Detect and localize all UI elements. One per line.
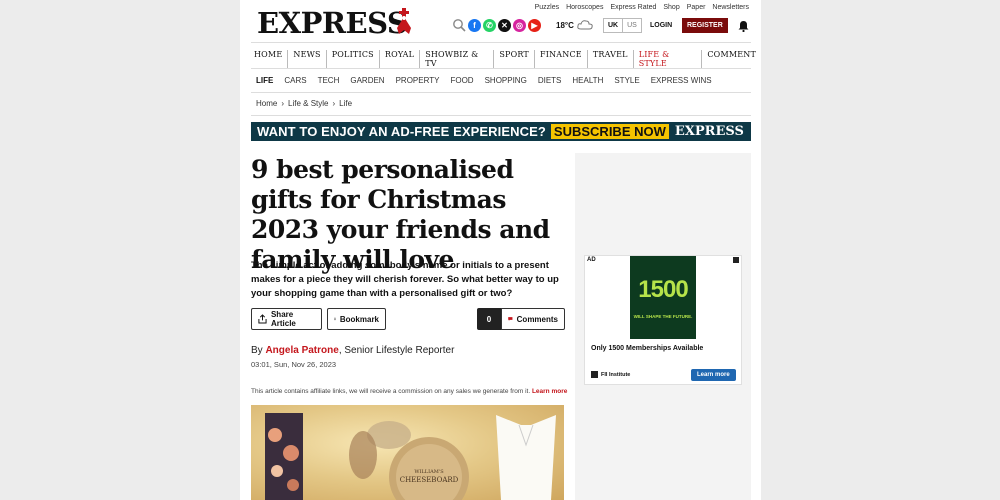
subnav-cars[interactable]: CARS — [284, 76, 306, 85]
search-icon[interactable] — [452, 18, 466, 32]
region-us[interactable]: US — [623, 19, 641, 32]
banner-text: WANT TO ENJOY AN AD-FREE EXPERIENCE? — [257, 124, 546, 139]
ad-headline: Only 1500 Memberships Available — [591, 345, 704, 352]
link-horoscopes[interactable]: Horoscopes — [566, 4, 603, 11]
bookmark-label: Bookmark — [339, 314, 379, 324]
subnav-property[interactable]: PROPERTY — [396, 76, 440, 85]
nav-politics[interactable]: POLITICS — [327, 50, 380, 68]
divider — [251, 68, 751, 69]
ad-tagline: WILL SHAPE THE FUTURE. — [633, 314, 693, 319]
breadcrumb: Home › Life & Style › Life — [256, 99, 352, 108]
page: Puzzles Horoscopes Express Rated Shop Pa… — [0, 0, 1000, 500]
whatsapp-icon[interactable]: ✆ — [483, 18, 496, 32]
nav-royal[interactable]: ROYAL — [380, 50, 421, 68]
breadcrumb-life-style[interactable]: Life & Style — [288, 99, 328, 108]
banner-brand: EXPRESS — [674, 124, 744, 139]
facebook-icon[interactable]: f — [468, 18, 481, 32]
breadcrumb-home[interactable]: Home — [256, 99, 277, 108]
subnav-life[interactable]: LIFE — [256, 76, 273, 85]
nav-showbiz[interactable]: SHOWBIZ & TV — [420, 50, 495, 68]
ad-sponsor: FII Institute — [591, 371, 630, 378]
register-button[interactable]: REGISTER — [682, 18, 728, 33]
breadcrumb-life[interactable]: Life — [339, 99, 352, 108]
advertisement[interactable]: AD 1500 WILL SHAPE THE FUTURE. Only 1500… — [584, 255, 742, 385]
weather-widget[interactable]: 18°C — [556, 20, 593, 30]
divider — [251, 92, 751, 93]
divider — [251, 42, 751, 43]
ad-number: 1500 — [638, 276, 688, 303]
main-nav: HOME NEWS POLITICS ROYAL SHOWBIZ & TV SP… — [254, 50, 761, 68]
nav-travel[interactable]: TRAVEL — [588, 50, 634, 68]
social-icons: f ✆ ✕ ◎ ▶ — [452, 18, 541, 32]
nav-home[interactable]: HOME — [254, 50, 289, 68]
nav-life-style[interactable]: LIFE & STYLE — [634, 50, 703, 68]
hero-image: WILLIAM'S CHEESEBOARD — [251, 405, 564, 500]
instagram-icon[interactable]: ◎ — [513, 18, 526, 32]
author-link[interactable]: Angela Patrone — [265, 345, 338, 356]
affiliate-note: This article contains affiliate links, w… — [251, 388, 567, 395]
chevron-right-icon: › — [281, 99, 285, 108]
utility-links: Puzzles Horoscopes Express Rated Shop Pa… — [535, 4, 749, 11]
subscribe-banner[interactable]: WANT TO ENJOY AN AD-FREE EXPERIENCE? SUB… — [251, 122, 751, 141]
subnav-food[interactable]: FOOD — [450, 76, 473, 85]
comments-label: Comments — [516, 314, 558, 324]
share-article-button[interactable]: Share Article — [251, 308, 322, 330]
nav-news[interactable]: NEWS — [288, 50, 327, 68]
gift-collage-illustration: WILLIAM'S CHEESEBOARD — [265, 413, 556, 500]
affiliate-learn-more[interactable]: Learn more — [532, 388, 567, 395]
link-puzzles[interactable]: Puzzles — [535, 4, 560, 11]
author-role: , Senior Lifestyle Reporter — [338, 345, 455, 356]
chevron-right-icon: › — [332, 99, 336, 108]
weather-temp: 18°C — [556, 20, 574, 30]
nav-comment[interactable]: COMMENT — [702, 50, 761, 68]
x-icon[interactable]: ✕ — [498, 18, 511, 32]
subnav-express-wins[interactable]: EXPRESS WINS — [651, 76, 712, 85]
comment-bubble-icon — [508, 317, 513, 321]
share-label: Share Article — [270, 310, 296, 328]
divider — [251, 115, 751, 116]
comments-button[interactable]: Comments — [501, 308, 565, 330]
login-link[interactable]: LOGIN — [650, 22, 672, 29]
comment-count[interactable]: 0 — [477, 308, 501, 330]
crusader-logo-icon — [397, 8, 411, 34]
svg-text:WILLIAM'S: WILLIAM'S — [414, 469, 444, 475]
subnav-garden[interactable]: GARDEN — [350, 76, 384, 85]
region-switcher: UK US — [603, 18, 642, 33]
ad-label: AD — [587, 257, 596, 263]
sub-nav: LIFE CARS TECH GARDEN PROPERTY FOOD SHOP… — [256, 76, 712, 85]
link-paper[interactable]: Paper — [687, 4, 706, 11]
byline: By Angela Patrone, Senior Lifestyle Repo… — [251, 345, 454, 356]
link-express-rated[interactable]: Express Rated — [610, 4, 656, 11]
article-title: 9 best personalised gifts for Christmas … — [251, 155, 550, 274]
ad-choices-icon[interactable] — [733, 257, 739, 263]
article-standfirst: The simple act of adding somebody's name… — [251, 260, 559, 299]
svg-text:CHEESEBOARD: CHEESEBOARD — [400, 476, 459, 484]
subnav-tech[interactable]: TECH — [318, 76, 340, 85]
byline-prefix: By — [251, 345, 266, 356]
cloud-icon — [577, 20, 593, 30]
bookmark-icon — [334, 317, 336, 321]
nav-finance[interactable]: FINANCE — [535, 50, 588, 68]
share-icon — [258, 314, 267, 324]
notification-bell-icon[interactable] — [738, 20, 749, 32]
youtube-icon[interactable]: ▶ — [528, 18, 541, 32]
subnav-shopping[interactable]: SHOPPING — [485, 76, 527, 85]
subnav-diets[interactable]: DIETS — [538, 76, 562, 85]
nav-sport[interactable]: SPORT — [494, 50, 535, 68]
bookmark-button[interactable]: Bookmark — [327, 308, 386, 330]
ad-image[interactable]: 1500 WILL SHAPE THE FUTURE. — [630, 256, 696, 339]
link-newsletters[interactable]: Newsletters — [712, 4, 749, 11]
article-date: 03:01, Sun, Nov 26, 2023 — [251, 360, 337, 369]
subnav-style[interactable]: STYLE — [614, 76, 639, 85]
fii-logo-icon — [591, 371, 598, 378]
ad-sponsor-name: FII Institute — [601, 371, 631, 378]
link-shop[interactable]: Shop — [663, 4, 679, 11]
affiliate-text: This article contains affiliate links, w… — [251, 388, 531, 395]
subnav-health[interactable]: HEALTH — [572, 76, 603, 85]
region-uk[interactable]: UK — [604, 19, 624, 32]
site-logo[interactable]: EXPRESS — [257, 6, 408, 40]
banner-cta[interactable]: SUBSCRIBE NOW — [550, 124, 669, 139]
ad-learn-more-button[interactable]: Learn more — [691, 369, 736, 381]
